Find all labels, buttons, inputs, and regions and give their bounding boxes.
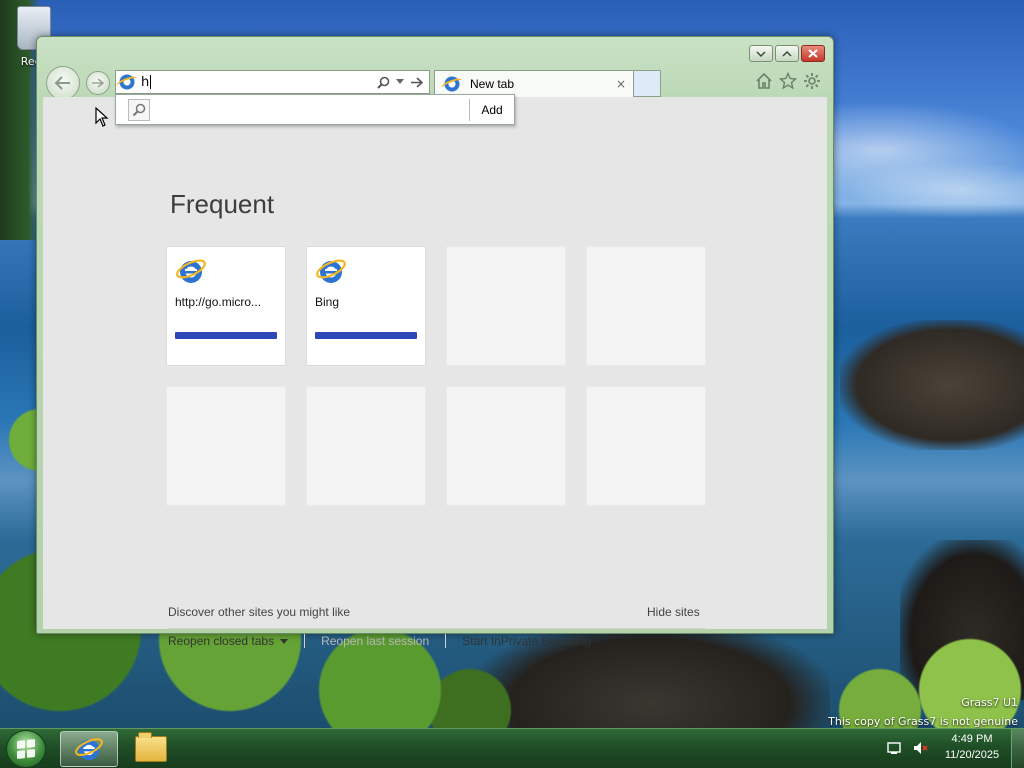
address-input[interactable]: h (141, 75, 377, 90)
wallpaper-rock (840, 320, 1024, 450)
magnifier-icon[interactable] (377, 76, 390, 89)
reopen-last-session-link: Reopen last session (321, 634, 430, 648)
close-icon (808, 49, 818, 58)
taskbar-app-file-explorer[interactable] (122, 731, 180, 767)
clock-date: 11/20/2025 (944, 749, 1000, 761)
taskbar-clock[interactable]: 4:49 PM 11/20/2025 (936, 731, 1008, 763)
frequent-tile[interactable]: Bing (306, 246, 426, 366)
browser-toolbar (755, 72, 821, 90)
magnifier-icon (132, 103, 146, 116)
empty-tile (166, 386, 286, 506)
windows-logo-icon (17, 739, 35, 759)
empty-tile (446, 246, 566, 366)
tab-close-icon[interactable]: × (613, 77, 629, 91)
arrow-left-icon (54, 76, 70, 90)
separator (304, 634, 306, 648)
frequent-tile[interactable]: http://go.micro... (166, 246, 286, 366)
home-icon[interactable] (755, 72, 773, 90)
ie-icon (176, 259, 206, 283)
ie-icon (444, 76, 460, 92)
maximize-icon (782, 50, 792, 57)
address-tools (377, 76, 429, 89)
search-provider-button[interactable] (128, 98, 150, 121)
ie-icon (75, 738, 103, 761)
ie-icon (119, 74, 135, 90)
taskbar-app-internet-explorer[interactable] (60, 731, 118, 767)
go-arrow-icon[interactable] (410, 76, 423, 88)
bottom-links: Reopen closed tabs Reopen last session S… (168, 634, 591, 648)
add-search-provider-button[interactable]: Add (470, 103, 514, 117)
tab-new-tab[interactable]: New tab × (434, 70, 634, 97)
tile-activity-bar (175, 332, 277, 339)
star-icon[interactable] (779, 72, 797, 90)
minimize-button[interactable] (749, 45, 773, 62)
show-desktop-button[interactable] (1011, 729, 1024, 768)
clock-time: 4:49 PM (951, 733, 993, 745)
address-bar[interactable]: h (115, 70, 430, 94)
minimize-icon (756, 50, 766, 57)
folder-icon (135, 732, 167, 762)
maximize-button[interactable] (775, 45, 799, 62)
action-center-icon[interactable] (886, 740, 902, 756)
empty-tile (446, 386, 566, 506)
empty-tile (586, 386, 706, 506)
address-suggestion-dropdown: Add (115, 94, 515, 125)
window-caption-buttons (749, 45, 825, 62)
discover-sites-link[interactable]: Discover other sites you might like (168, 605, 350, 619)
frequent-tiles-grid: http://go.micro... Bing (166, 246, 706, 506)
tile-label: http://go.micro... (175, 295, 262, 309)
ie-icon (316, 259, 346, 283)
tile-activity-bar (315, 332, 417, 339)
close-window-button[interactable] (801, 45, 825, 62)
forward-button[interactable] (86, 71, 110, 95)
chevron-down-icon[interactable] (396, 79, 404, 85)
system-tray (886, 728, 928, 768)
back-button[interactable] (46, 66, 80, 100)
reopen-closed-tabs-link[interactable]: Reopen closed tabs (168, 634, 289, 648)
tile-label: Bing (315, 295, 340, 309)
hide-sites-link[interactable]: Hide sites (647, 605, 700, 619)
taskbar (0, 728, 1024, 768)
volume-muted-icon[interactable] (912, 740, 928, 756)
watermark-line-1: Grass7 U1 (961, 696, 1018, 709)
start-button[interactable] (6, 730, 46, 768)
new-tab-button[interactable] (634, 70, 661, 97)
page-title: Frequent (170, 189, 275, 219)
empty-tile (306, 386, 426, 506)
tab-title: New tab (470, 77, 515, 91)
gear-icon[interactable] (803, 72, 821, 90)
cursor-arrow-icon (95, 107, 109, 127)
empty-tile (586, 246, 706, 366)
reopen-closed-tabs-label: Reopen closed tabs (168, 634, 275, 648)
arrow-right-icon (92, 78, 105, 88)
browser-window: h New tab × Frequent http://go.micro... … (36, 36, 834, 648)
chevron-down-icon (280, 639, 289, 645)
inprivate-browsing-link[interactable]: Start InPrivate Browsing (462, 634, 591, 648)
genuine-watermark: Grass7 U1 This copy of Grass7 is not gen… (828, 693, 1018, 731)
separator (445, 634, 447, 648)
divider (168, 628, 705, 629)
new-tab-page: Frequent http://go.micro... Bing Discove… (43, 97, 827, 648)
